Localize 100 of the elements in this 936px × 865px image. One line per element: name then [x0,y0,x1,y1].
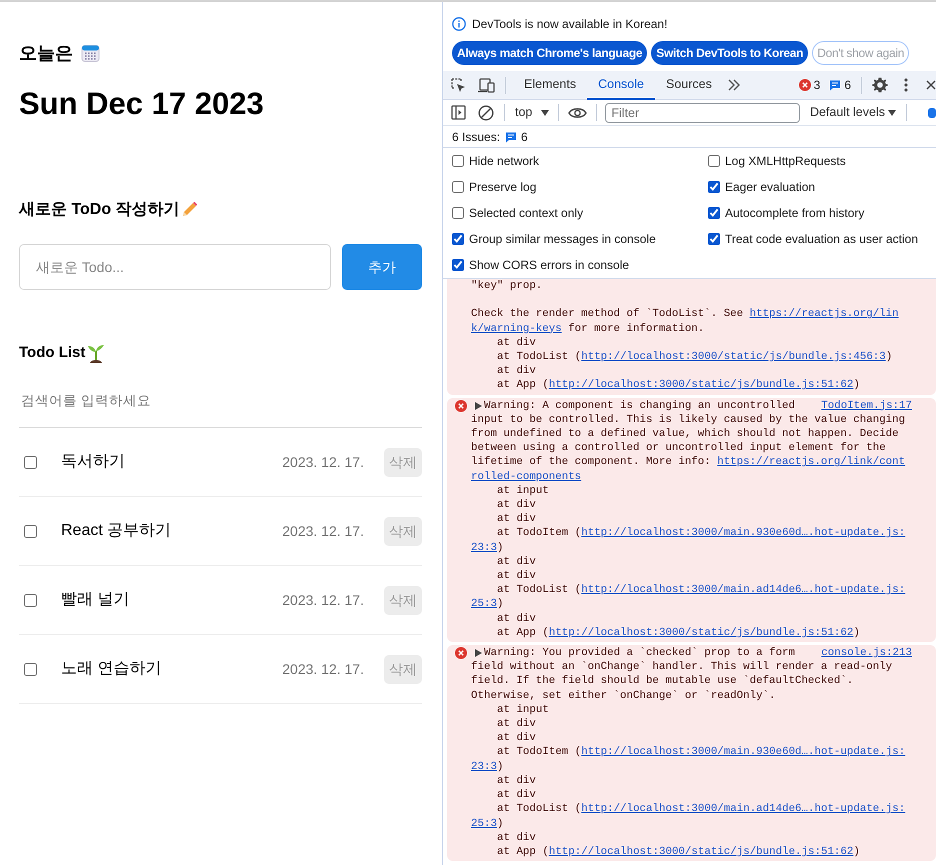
setting-checkbox[interactable] [452,207,464,219]
device-toolbar-icon[interactable] [478,78,495,92]
calendar-icon [81,44,100,62]
url-link[interactable]: http://localhost:3000/static/js/bundle.js:456:3 [581,350,886,364]
setting-label: Show CORS errors in console [469,257,630,274]
setting-checkbox[interactable] [708,181,720,193]
message-text: at div [497,788,536,802]
message-text: ) [496,760,504,774]
eye-icon[interactable] [568,106,588,118]
todo-checkbox[interactable] [24,524,37,538]
panel-tab[interactable]: Console [587,70,655,100]
todo-checkbox[interactable] [24,456,37,468]
setting-checkbox[interactable] [452,259,464,271]
message-text: Warning: You provided a `checked` prop to a form [484,646,796,660]
source-link[interactable]: console.js:213 [821,646,912,660]
message-text: Otherwise, set either `onChange` or `readOnly`. [471,688,776,703]
more-tabs-icon[interactable] [726,79,741,91]
setting-label: Group similar messages in console [469,231,656,248]
error-icon[interactable] [798,79,811,91]
message-text: at div [497,612,536,626]
toolbar-icon[interactable] [928,106,936,118]
more-options-icon[interactable] [904,78,908,92]
message-text: at TodoItem ( [497,526,582,541]
url-link[interactable]: http://localhost:3000/main.930e60d….hot-update.js: [581,526,906,541]
message-text: ) [496,597,504,612]
message-icon[interactable] [505,130,518,142]
url-link[interactable]: 23:3 [471,760,497,774]
url-link[interactable]: k/warning-keys [471,322,562,336]
todo-checkbox[interactable] [24,662,37,676]
todo-date: 2023. 12. 17. [282,452,364,472]
todo-input[interactable]: 새로운 Todo... [19,244,331,290]
banner-message: DevTools is now available in Korean! [472,16,668,33]
panel-tab[interactable]: Elements [513,70,588,100]
url-link[interactable]: http://localhost:3000/main.ad14de6….hot-update.js: [581,583,906,598]
message-text: at div [497,774,536,788]
error-icon [455,400,467,412]
todo-checkbox[interactable] [24,594,37,606]
message-text: at div [497,336,536,350]
context-dropdown[interactable]: top [515,103,550,122]
message-text: ) [853,844,860,860]
message-text: between using a controlled or uncontrolled input element for the [471,441,886,456]
panel-tab[interactable]: Sources [654,70,723,100]
message-text: at div [497,498,536,512]
banner-button[interactable]: Switch DevTools to Korean [651,41,808,65]
url-link[interactable]: http://localhost:3000/static/js/bundle.js:51:62 [548,378,854,393]
message-text: ) [853,378,860,393]
clear-console-icon[interactable] [478,104,494,120]
setting-checkbox[interactable] [452,155,464,167]
banner-button[interactable]: Always match Chrome's language [452,41,648,65]
settings-icon[interactable] [872,77,888,93]
info-icon [452,17,466,31]
todo-content: 독서하기 [61,452,126,472]
caret-icon [541,110,550,116]
url-link[interactable]: http://localhost:3000/static/js/bundle.js:51:62 [548,844,854,860]
url-link[interactable]: http://localhost:3000/main.ad14de6….hot-update.js: [581,802,906,816]
add-button[interactable]: 추가 [342,244,422,290]
setting-label: Treat code evaluation as user action [725,231,918,248]
setting-checkbox[interactable] [708,155,720,167]
log-levels-dropdown[interactable]: Default levels [810,103,896,122]
message-icon[interactable] [829,79,842,91]
url-link[interactable]: 23:3 [471,540,497,555]
caret-icon [888,110,896,116]
message-text: at div [497,830,536,845]
message-text: "key" prop. [471,279,542,294]
message-text: at div [497,554,536,570]
message-text: at TodoList ( [497,802,582,816]
expand-triangle-icon[interactable] [475,402,482,410]
setting-checkbox[interactable] [452,233,464,245]
filter-field[interactable]: Filter [605,102,800,122]
url-link[interactable]: rolled-components [471,470,582,484]
setting-label: Hide network [469,153,540,170]
source-link[interactable]: TodoItem.js:17 [821,398,912,413]
message-text: from undefined to a defined value, which should not happen. Decide [471,427,899,442]
message-text: ) [853,626,860,640]
url-link[interactable]: https://reactjs.org/lin [750,307,899,322]
setting-checkbox[interactable] [708,207,720,219]
message-text: Check the render method of `TodoList`. See [471,307,744,322]
message-text: at App ( [497,844,549,860]
message-text: at input [497,702,549,718]
setting-label: Selected context only [469,205,584,222]
expand-triangle-icon[interactable] [475,649,482,658]
setting-checkbox[interactable] [708,233,720,245]
message-text: Warning: A component is changing an uncontrolled [484,398,796,413]
url-link[interactable]: http://localhost:3000/static/js/bundle.js:51:62 [548,626,854,640]
issues-count: 6 [521,128,528,146]
setting-label: Log XMLHttpRequests [725,153,846,170]
todo-date: 2023. 12. 17. [282,660,364,678]
message-text: at div [497,364,536,378]
setting-checkbox[interactable] [452,181,464,193]
sidebar-icon[interactable] [451,105,466,120]
error-count: 3 [814,77,820,94]
url-link[interactable]: https://reactjs.org/link/cont [717,455,906,470]
message-text: field. If the field should be mutable use `defaultChecked`. [471,674,854,689]
message-text: at div [497,717,536,732]
url-link[interactable]: 25:3 [471,597,497,612]
inspect-icon[interactable] [451,78,466,92]
url-link[interactable]: 25:3 [471,816,497,831]
url-link[interactable]: http://localhost:3000/main.930e60d….hot-update.js: [581,745,906,760]
message-text: at div [497,569,536,584]
close-icon[interactable] [926,80,936,90]
